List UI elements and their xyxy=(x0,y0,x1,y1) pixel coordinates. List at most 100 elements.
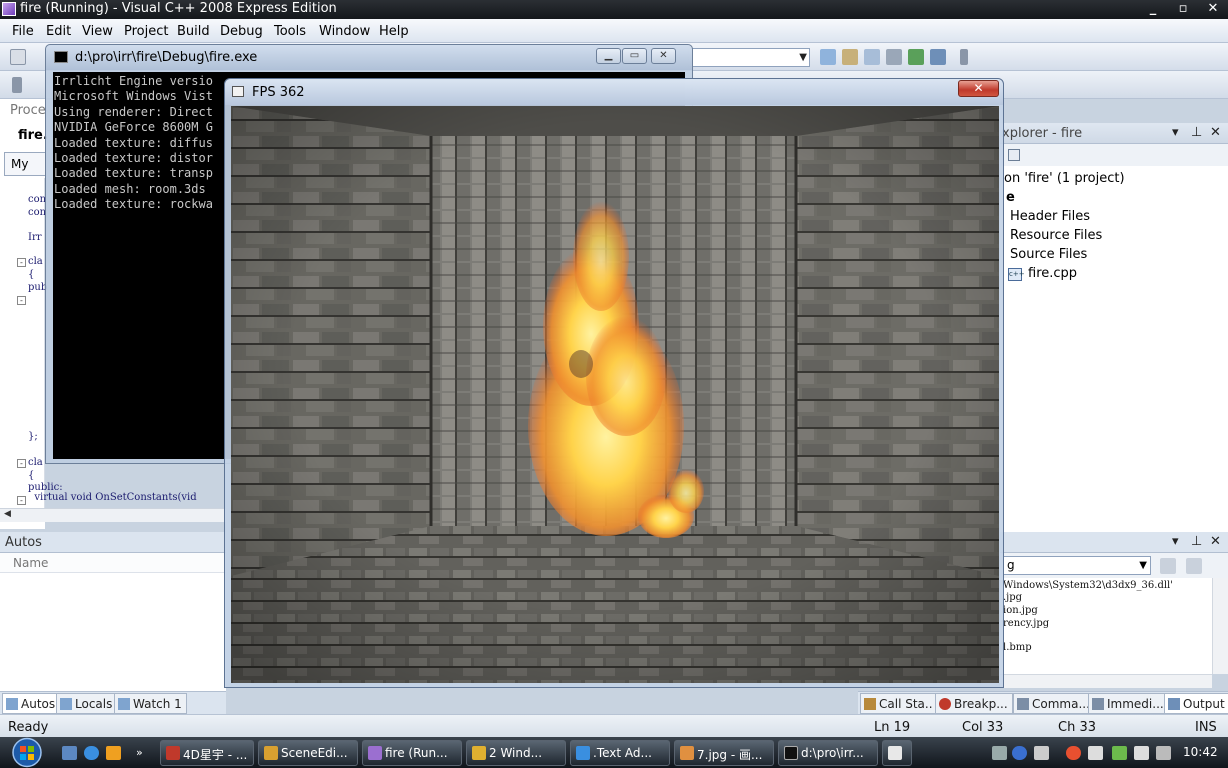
minimize-button[interactable]: _ xyxy=(1138,0,1168,19)
output-line: l.bmp xyxy=(1003,642,1032,653)
document-tab-fire-cpp[interactable]: fire. xyxy=(18,128,48,143)
3d-scene-viewport[interactable] xyxy=(231,106,999,683)
solution-explorer-header: xplorer - fire ▾ ⊥ ✕ xyxy=(1000,123,1228,144)
continue-icon[interactable] xyxy=(12,77,22,93)
fold-toggle[interactable]: - xyxy=(17,296,26,305)
start-button[interactable] xyxy=(7,737,47,768)
menu-help[interactable]: Help xyxy=(379,24,409,39)
tab-breakpoints[interactable]: Breakp... xyxy=(935,693,1013,714)
menu-debug[interactable]: Debug xyxy=(220,24,263,39)
chevron-right-icon[interactable]: » xyxy=(136,746,151,760)
tree-node-header-files[interactable]: Header Files xyxy=(1010,209,1090,224)
close-button[interactable]: ✕ xyxy=(1198,0,1228,19)
start-page-icon[interactable] xyxy=(908,49,924,65)
autos-column-header[interactable]: Name xyxy=(0,553,226,573)
output-vertical-scrollbar[interactable] xyxy=(1212,578,1228,674)
properties-icon[interactable] xyxy=(864,49,880,65)
console-line: Loaded texture: diffus xyxy=(54,136,213,150)
fold-toggle[interactable]: - xyxy=(17,258,26,267)
menu-tools[interactable]: Tools xyxy=(274,24,306,39)
debug-tabs-left: Autos Locals Watch 1 xyxy=(0,691,226,714)
safely-remove-icon[interactable] xyxy=(1156,746,1171,760)
menu-edit[interactable]: Edit xyxy=(46,24,71,39)
menu-file[interactable]: File xyxy=(12,24,34,39)
console-maximize-button[interactable]: ▭ xyxy=(622,48,647,64)
fold-toggle[interactable]: - xyxy=(17,496,26,505)
console-title: d:\pro\irr\fire\Debug\fire.exe xyxy=(75,50,258,65)
close-icon[interactable]: ✕ xyxy=(1210,125,1221,140)
help-icon[interactable] xyxy=(1012,746,1027,760)
tree-node-fire-cpp[interactable]: fire.cpp xyxy=(1028,266,1077,281)
output-window-icon[interactable] xyxy=(930,49,946,65)
autos-title: Autos xyxy=(5,535,42,550)
fold-toggle[interactable]: - xyxy=(17,459,26,468)
tab-autos[interactable]: Autos xyxy=(2,693,61,714)
menu-window[interactable]: Window xyxy=(319,24,370,39)
new-project-icon[interactable] xyxy=(10,49,26,65)
show-all-files-icon[interactable] xyxy=(1008,149,1020,161)
configuration-combo[interactable]: ▼ xyxy=(688,48,810,67)
tree-node-source-files[interactable]: Source Files xyxy=(1010,247,1087,262)
internet-explorer-icon[interactable] xyxy=(84,746,99,760)
taskbar-button[interactable]: d:\pro\irr... xyxy=(778,740,878,766)
menu-project[interactable]: Project xyxy=(124,24,168,39)
solution-explorer-icon[interactable] xyxy=(842,49,858,65)
tree-node-project[interactable]: e xyxy=(1006,190,1015,205)
code-line: con xyxy=(28,207,47,218)
taskbar-button[interactable]: 4D星宇 - ... xyxy=(160,740,254,766)
tree-node-resource-files[interactable]: Resource Files xyxy=(1010,228,1102,243)
taskbar-button[interactable]: SceneEdi... xyxy=(258,740,358,766)
editor-horizontal-scrollbar[interactable]: ◀ xyxy=(0,508,226,522)
render-window[interactable]: FPS 362 ✕ xyxy=(224,78,1004,688)
speaker-icon[interactable] xyxy=(1134,746,1149,760)
chevron-left-icon[interactable]: ◀ xyxy=(4,509,11,519)
taskbar-button[interactable] xyxy=(882,740,912,766)
output-source-combo[interactable]: g ▼ xyxy=(1003,556,1151,575)
antivirus-icon[interactable] xyxy=(1066,746,1081,760)
immediate-icon xyxy=(1092,698,1104,710)
tab-output[interactable]: Output xyxy=(1164,693,1228,714)
output-horizontal-scrollbar[interactable] xyxy=(1000,674,1212,688)
render-window-title-bar[interactable]: FPS 362 ✕ xyxy=(225,79,1003,105)
tree-node-solution[interactable]: on 'fire' (1 project) xyxy=(1004,171,1125,186)
keyboard-icon[interactable] xyxy=(992,746,1007,760)
output-text[interactable]: Windows\System32\d3dx9_36.dll' .jpg ion.… xyxy=(1000,578,1212,674)
close-icon[interactable]: ✕ xyxy=(1210,534,1221,549)
console-minimize-button[interactable]: ▁ xyxy=(596,48,621,64)
taskbar-clock[interactable]: 10:42 xyxy=(1183,745,1218,759)
find-message-icon[interactable] xyxy=(1160,558,1176,574)
debug-tabs-right: Call Sta.. Breakp... Comma... Immedi... … xyxy=(858,691,1228,714)
solution-explorer-title: xplorer - fire xyxy=(1002,126,1083,141)
pin-icon[interactable]: ⊥ xyxy=(1191,534,1202,549)
autos-grid[interactable] xyxy=(0,573,226,691)
code-editor[interactable]: con con Irr - cla { pub - }; - cla { pub… xyxy=(0,178,63,508)
taskbar-button-group[interactable]: 2 Wind... xyxy=(466,740,566,766)
menu-build[interactable]: Build xyxy=(177,24,210,39)
toolbar-options-icon[interactable] xyxy=(960,49,968,65)
tab-immediate[interactable]: Immedi... xyxy=(1088,693,1169,714)
notification-icon[interactable] xyxy=(1034,746,1049,760)
tab-command[interactable]: Comma... xyxy=(1013,693,1095,714)
console-close-button[interactable]: ✕ xyxy=(651,48,676,64)
pin-icon[interactable]: ⊥ xyxy=(1191,125,1202,140)
clear-all-icon[interactable] xyxy=(1186,558,1202,574)
window-position-icon[interactable]: ▾ xyxy=(1172,125,1179,140)
show-desktop-icon[interactable] xyxy=(62,746,77,760)
media-player-icon[interactable] xyxy=(106,746,121,760)
volume-icon[interactable] xyxy=(1088,746,1103,760)
menu-view[interactable]: View xyxy=(82,24,113,39)
taskbar-button[interactable]: .Text Ad... xyxy=(570,740,670,766)
class-view-combo[interactable]: My xyxy=(4,152,46,176)
find-icon[interactable] xyxy=(820,49,836,65)
tab-call-stack[interactable]: Call Sta.. xyxy=(860,693,938,714)
taskbar-button[interactable]: fire (Run... xyxy=(362,740,462,766)
maximize-button[interactable]: ▫ xyxy=(1168,0,1198,19)
taskbar-button[interactable]: 7.jpg - 画... xyxy=(674,740,774,766)
network-icon[interactable] xyxy=(1112,746,1127,760)
toolbox-icon[interactable] xyxy=(886,49,902,65)
console-title-bar[interactable]: d:\pro\irr\fire\Debug\fire.exe ▁ ▭ ✕ xyxy=(46,45,692,70)
tab-locals[interactable]: Locals xyxy=(56,693,118,714)
window-position-icon[interactable]: ▾ xyxy=(1172,534,1179,549)
tab-watch-1[interactable]: Watch 1 xyxy=(114,693,187,714)
render-window-close-button[interactable]: ✕ xyxy=(958,80,999,97)
